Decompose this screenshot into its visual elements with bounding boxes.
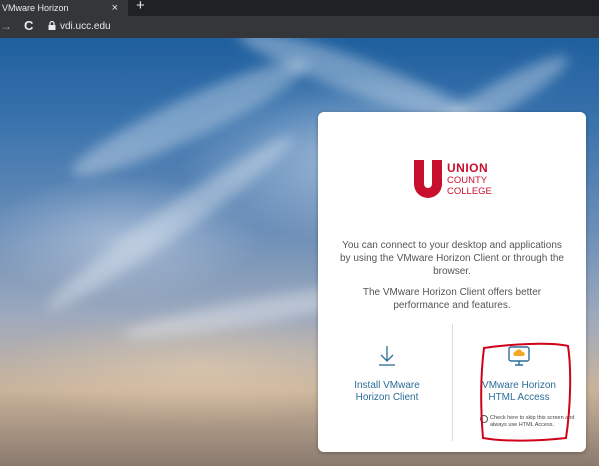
html-access-label-line2: HTML Access: [488, 392, 550, 403]
tab-close-icon[interactable]: ×: [112, 0, 118, 16]
html-access-button[interactable]: VMware Horizon HTML Access: [460, 344, 578, 404]
logo-line-college: COLLEGE: [447, 186, 492, 197]
cloud: [38, 124, 302, 322]
skip-label: Check here to skip this screen and alway…: [490, 415, 575, 428]
cloud: [63, 44, 317, 192]
skip-radio[interactable]: [480, 415, 488, 423]
install-label-line2: Horizon Client: [355, 392, 419, 403]
logo-line-union: UNION: [447, 161, 489, 175]
lock-icon: [48, 20, 56, 33]
install-label-line1: Install VMware: [354, 380, 420, 391]
logo-line-county: COUNTY: [447, 175, 488, 186]
browser-tab-bar: VMware Horizon × +: [0, 0, 599, 16]
back-icon[interactable]: →: [0, 19, 12, 33]
new-tab-icon[interactable]: +: [136, 0, 145, 14]
ucc-logo: UNION COUNTY COLLEGE: [414, 160, 506, 200]
download-arrow-icon: [328, 344, 446, 368]
address-bar[interactable]: vdi.ucc.edu: [60, 21, 111, 32]
login-card: UNION COUNTY COLLEGE You can connect to …: [318, 112, 586, 452]
ucc-u-mark-icon: [414, 160, 442, 198]
browser-tab[interactable]: VMware Horizon ×: [0, 0, 128, 16]
tab-title: VMware Horizon: [2, 3, 69, 13]
monitor-cloud-icon: [460, 344, 578, 368]
connect-message: You can connect to your desktop and appl…: [339, 240, 564, 277]
reload-icon[interactable]: C: [24, 18, 33, 33]
html-access-label-line1: VMware Horizon: [482, 380, 556, 391]
install-client-button[interactable]: Install VMware Horizon Client: [328, 344, 446, 404]
divider: [452, 324, 453, 441]
browser-toolbar: → C vdi.ucc.edu: [0, 16, 599, 38]
performance-message: The VMware Horizon Client offers better …: [362, 287, 542, 311]
